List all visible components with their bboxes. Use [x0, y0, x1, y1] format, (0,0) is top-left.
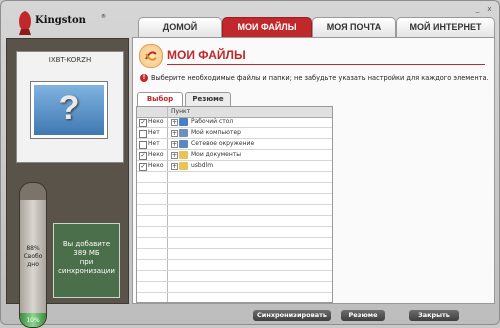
empty-row: [137, 194, 332, 205]
app-window: _ x Kingston ® ДОМОЙ МОИ ФАЙЛЫ МОЯ ПОЧТА…: [0, 0, 500, 328]
column-header-item: Пункт: [171, 108, 191, 115]
file-selection-grid: Пункт ✓ Неко + Рабочий стол Нет + Мой компьюте…: [136, 106, 333, 303]
logo-registered-mark: ®: [101, 14, 106, 20]
empty-row: [137, 293, 332, 302]
row-checkbox[interactable]: ✓: [139, 119, 147, 127]
table-row[interactable]: ✓ Неко + Рабочий стол: [137, 117, 332, 128]
table-row[interactable]: ✓ Неко + usbdlm: [137, 161, 332, 172]
empty-row: [137, 282, 332, 293]
gauge-free-label: 88% Свобо дно: [20, 245, 46, 269]
main-content: МОИ ФАЙЛЫ ! Выберите необходимые файлы и…: [132, 37, 495, 304]
tab-selection[interactable]: Выбор: [137, 92, 183, 106]
sync-info-line: синхронизации: [58, 267, 115, 275]
row-item-name: Мои документы: [191, 151, 242, 158]
row-item-name: usbdlm: [191, 162, 214, 169]
folder-swirl-icon: [145, 51, 157, 61]
kingston-head-icon: [19, 11, 31, 35]
summary-button[interactable]: Резюме: [341, 310, 385, 321]
free-space-gauge: 88% Свобо дно 10%: [19, 182, 47, 328]
close-button[interactable]: Закрыть: [409, 310, 459, 321]
computer-icon: [179, 129, 188, 137]
network-icon: [179, 140, 188, 148]
row-checkbox[interactable]: [139, 141, 147, 149]
minimize-button[interactable]: _: [473, 6, 482, 13]
empty-row: [137, 249, 332, 260]
empty-row: [137, 183, 332, 194]
gauge-low-label: 10%: [26, 317, 40, 324]
tab-my-mail[interactable]: МОЯ ПОЧТА: [312, 17, 396, 37]
logo-wordmark: Kingston: [35, 15, 86, 26]
row-checkbox[interactable]: ✓: [139, 163, 147, 171]
empty-row: [137, 172, 332, 183]
sync-info-line: при: [79, 258, 94, 266]
sync-info-line: Вы добавите: [62, 240, 111, 248]
device-picture: ?: [31, 82, 107, 138]
device-name: IXBT-KORZH: [48, 56, 92, 64]
row-state: Неко: [148, 162, 164, 169]
close-window-button[interactable]: x: [485, 6, 494, 13]
sync-button[interactable]: Синхронизировать: [253, 310, 331, 321]
table-row[interactable]: Нет + Мой компьютер: [137, 128, 332, 139]
row-state: Неко: [148, 151, 164, 158]
tab-summary[interactable]: Резюме: [185, 92, 231, 106]
row-state: Нет: [148, 129, 160, 136]
tab-my-internet[interactable]: МОЙ ИНТЕРНЕТ: [396, 17, 495, 37]
gauge-free-percent: 88%: [26, 245, 40, 252]
row-state: Нет: [148, 140, 160, 147]
table-row[interactable]: ✓ Неко + Мои документы: [137, 150, 332, 161]
row-state: Неко: [148, 118, 164, 125]
device-panel: IXBT-KORZH ? 88% Свобо дно 10% Вы добави…: [6, 38, 129, 328]
expand-icon[interactable]: +: [171, 141, 178, 148]
row-checkbox[interactable]: [139, 130, 147, 138]
sync-size-info: Вы добавите 389 МБ при синхронизации: [53, 223, 120, 298]
row-item-name: Рабочий стол: [191, 118, 234, 125]
table-row[interactable]: Нет + Сетевое окружение: [137, 139, 332, 150]
row-checkbox[interactable]: ✓: [139, 152, 147, 160]
title-divider: [167, 64, 485, 65]
expand-icon[interactable]: +: [171, 163, 178, 170]
empty-row: [137, 227, 332, 238]
sync-info-size: 389 МБ: [73, 249, 100, 257]
expand-icon[interactable]: +: [171, 130, 178, 137]
row-item-name: Сетевое окружение: [191, 140, 255, 147]
files-section-icon: [139, 44, 163, 68]
expand-icon[interactable]: +: [171, 152, 178, 159]
tab-my-files[interactable]: МОИ ФАЙЛЫ: [222, 17, 312, 37]
empty-row: [137, 260, 332, 271]
documents-folder-icon: [179, 151, 188, 159]
gauge-free-word: Свобо: [23, 253, 43, 260]
empty-row: [137, 216, 332, 227]
empty-row: [137, 271, 332, 282]
kingston-logo: Kingston ®: [13, 9, 123, 39]
device-card: IXBT-KORZH ?: [16, 51, 124, 163]
empty-row: [137, 205, 332, 216]
row-item-name: Мой компьютер: [191, 129, 241, 136]
tab-home[interactable]: ДОМОЙ: [138, 17, 222, 37]
expand-icon[interactable]: +: [171, 119, 178, 126]
folder-icon: [179, 162, 188, 170]
info-icon: !: [140, 74, 148, 82]
desktop-icon: [179, 118, 188, 126]
question-mark-icon: ?: [58, 89, 80, 127]
empty-row: [137, 238, 332, 249]
page-title: МОИ ФАЙЛЫ: [167, 48, 246, 62]
gauge-free-word-2: дно: [27, 261, 39, 268]
instruction-text: Выберите необходимые файлы и папки; не з…: [151, 74, 489, 82]
